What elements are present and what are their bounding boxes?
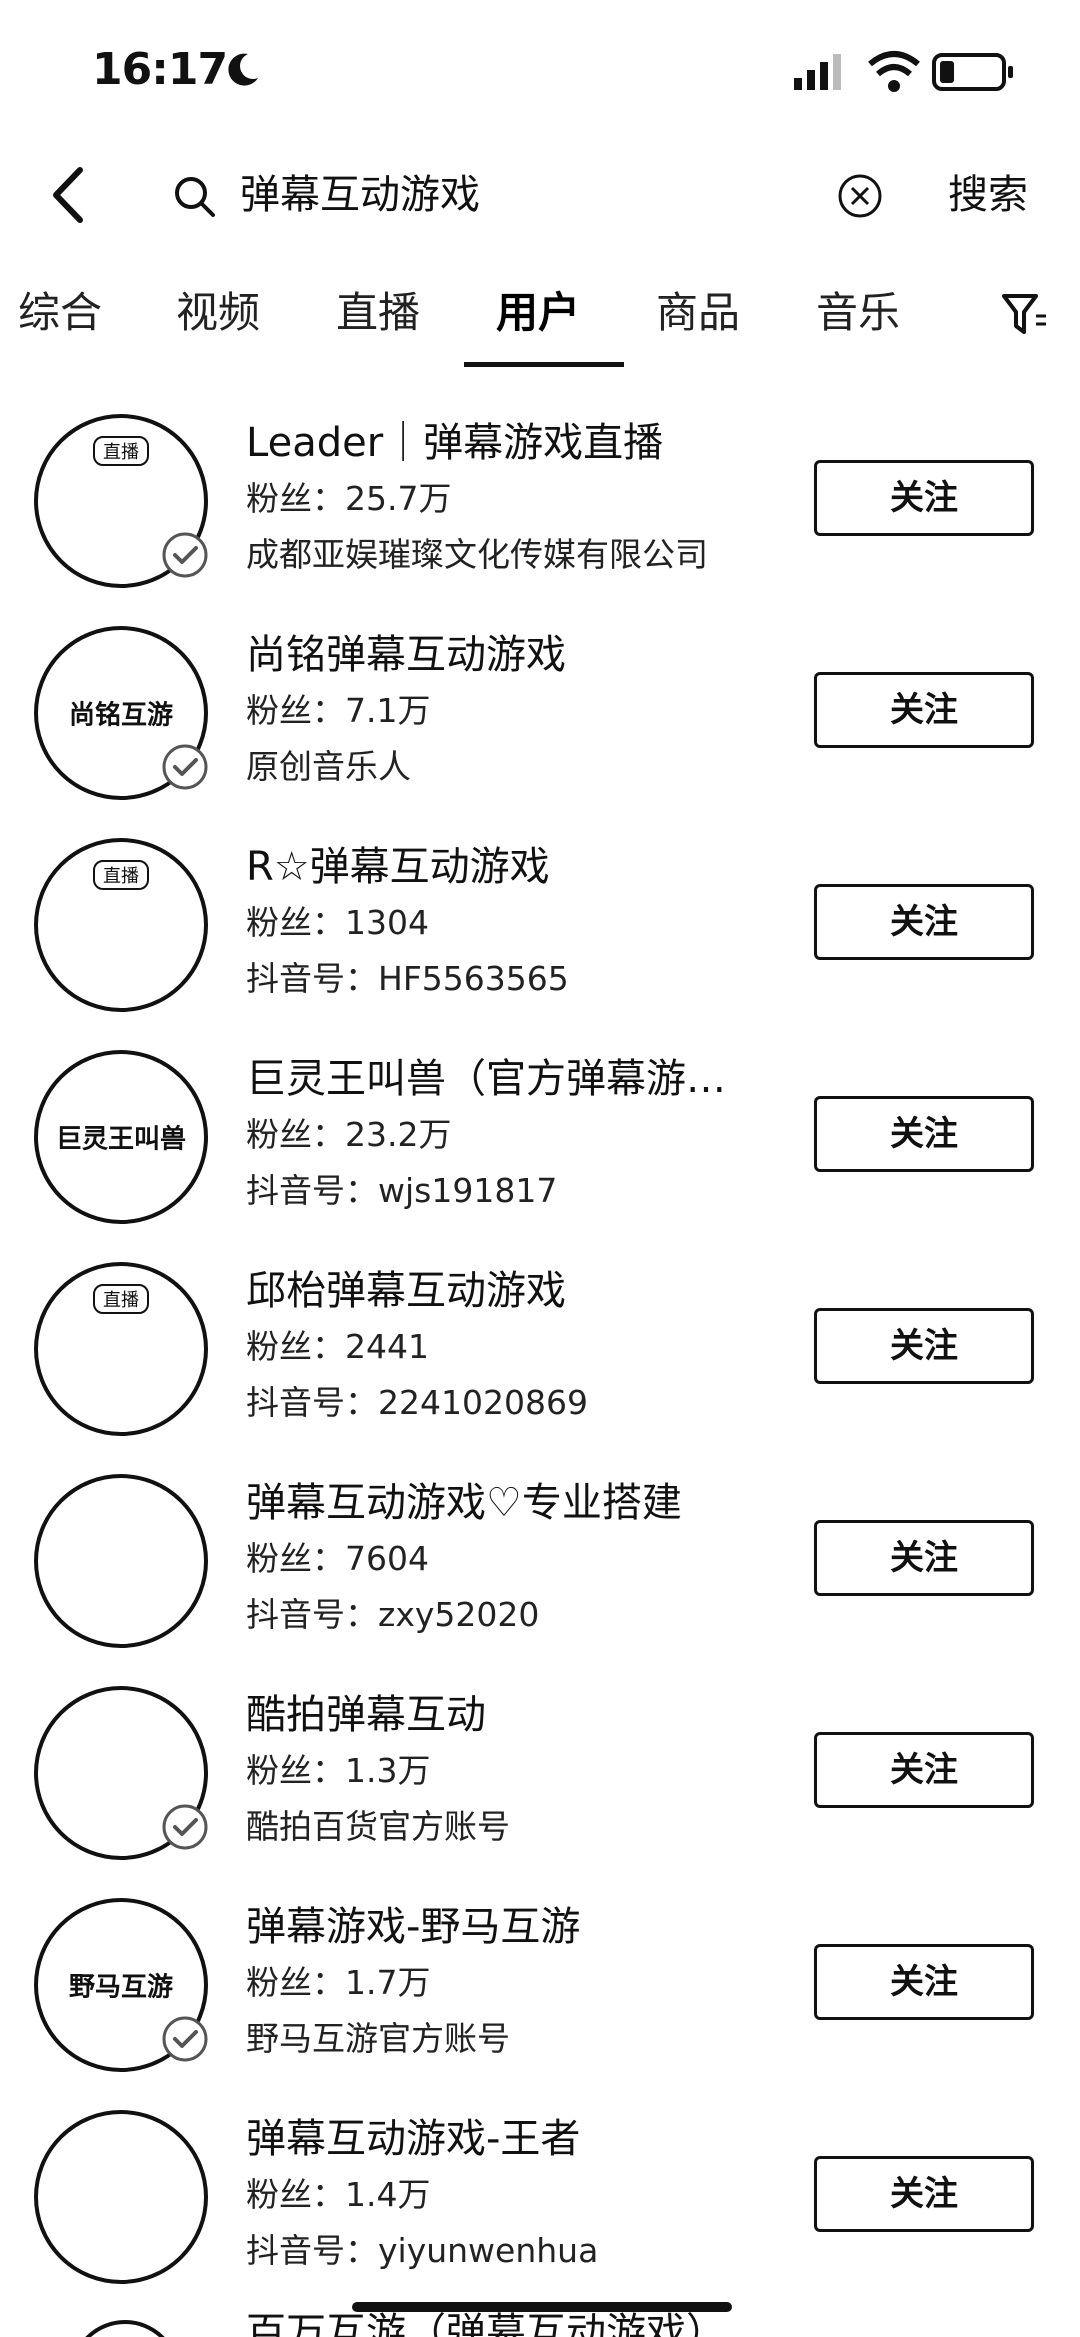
follower-count: 粉丝：1.7万 [246, 1963, 431, 2002]
search-bar: 弹幕互动游戏 搜索 [0, 150, 1080, 240]
user-name[interactable]: 尚铭弹幕互动游戏 [246, 628, 566, 682]
user-subtitle: 成都亚娱璀璨文化传媒有限公司 [246, 535, 708, 574]
user-name[interactable]: 巨灵王叫兽（官方弹幕游… [246, 1052, 726, 1106]
follower-count: 粉丝：1304 [246, 903, 429, 942]
follow-button[interactable]: 关注 [814, 1308, 1034, 1384]
follower-count: 粉丝：25.7万 [246, 479, 452, 518]
list-item[interactable]: 野马互游 弹幕游戏-野马互游粉丝：1.7万野马互游官方账号 关注 [0, 1884, 1080, 2096]
moon-icon [228, 53, 258, 86]
verified-check-icon [162, 2016, 208, 2062]
user-subtitle: 抖音号：zxy52020 [246, 1595, 540, 1634]
user-name[interactable]: 弹幕互动游戏♡专业搭建 [246, 1476, 682, 1530]
follower-count: 粉丝：2441 [246, 1327, 429, 1366]
search-input[interactable]: 弹幕互动游戏 [160, 150, 900, 240]
avatar-label: 野马互游 [68, 1972, 173, 2003]
user-name[interactable]: 邱枱弹幕互动游戏 [246, 1264, 566, 1318]
user-subtitle: 原创音乐人 [246, 747, 411, 786]
list-item[interactable]: 直播 邱枱弹幕互动游戏粉丝：2441 抖音号：2241020869 关注 [0, 1248, 1080, 1460]
user-subtitle: 酷拍百货官方账号 [246, 1807, 510, 1846]
live-badge: 直播 [93, 860, 149, 890]
verified-check-icon [162, 744, 208, 790]
list-item[interactable]: 直播 Leader｜弹幕游戏直播粉丝：25.7万成都亚娱璀璨文化传媒有限公司 关注 [0, 400, 1080, 612]
result-tabs: 综合 视频 直播 用户 商品 音乐 [0, 278, 1080, 378]
tab-video[interactable]: 视频 [176, 284, 260, 342]
search-button[interactable]: 搜索 [948, 168, 1028, 222]
cellular-signal-icon [794, 54, 841, 90]
filter-icon[interactable] [1000, 290, 1048, 340]
follower-count: 粉丝：7.1万 [246, 691, 431, 730]
tab-music[interactable]: 音乐 [816, 284, 900, 342]
follow-button[interactable]: 关注 [814, 1732, 1034, 1808]
follower-count: 粉丝：23.2万 [246, 1115, 452, 1154]
list-item[interactable]: 弹幕互动游戏-王者粉丝：1.4万抖音号：yiyunwenhua 关注 [0, 2096, 1080, 2308]
user-name[interactable]: Leader｜弹幕游戏直播 [246, 416, 663, 470]
avatar[interactable] [34, 2110, 208, 2284]
user-subtitle: 野马互游官方账号 [246, 2019, 510, 2058]
live-badge: 直播 [93, 436, 149, 466]
follow-button[interactable]: 关注 [814, 884, 1034, 960]
live-badge: 直播 [93, 1284, 149, 1314]
list-item[interactable]: 巨灵王叫兽 巨灵王叫兽（官方弹幕游… 粉丝：23.2万抖音号：wjs191817 关注 [0, 1036, 1080, 1248]
clear-icon[interactable] [836, 172, 884, 220]
user-subtitle: 抖音号：HF5563565 [246, 959, 569, 998]
avatar[interactable] [34, 1474, 208, 1648]
list-item[interactable]: 尚铭互游 尚铭弹幕互动游戏粉丝：7.1万 原创音乐人 关注 [0, 612, 1080, 824]
status-bar: 16:17 [0, 0, 1080, 140]
follow-button[interactable]: 关注 [814, 672, 1034, 748]
user-subtitle: 抖音号：yiyunwenhua [246, 2231, 599, 2270]
tab-all[interactable]: 综合 [18, 284, 102, 342]
follower-count: 粉丝：1.4万 [246, 2175, 431, 2214]
tab-products[interactable]: 商品 [656, 284, 740, 342]
avatar-label: 尚铭互游 [68, 700, 173, 731]
battery-icon [932, 53, 1013, 91]
user-subtitle: 抖音号：wjs191817 [246, 1171, 558, 1210]
follower-count: 粉丝：1.3万 [246, 1751, 431, 1790]
status-time: 16:17 [92, 44, 228, 95]
list-item[interactable]: 酷拍弹幕互动粉丝：1.3万酷拍百货官方账号 关注 [0, 1672, 1080, 1884]
user-name[interactable]: R☆弹幕互动游戏 [246, 840, 550, 894]
follower-count: 粉丝：7604 [246, 1539, 429, 1578]
active-tab-indicator [464, 362, 624, 367]
avatar[interactable]: 巨灵王叫兽 [34, 1050, 208, 1224]
tab-users[interactable]: 用户 [496, 284, 580, 342]
search-query: 弹幕互动游戏 [240, 172, 480, 218]
user-name[interactable]: 酷拍弹幕互动 [246, 1688, 486, 1742]
verified-check-icon [162, 1804, 208, 1850]
follow-button[interactable]: 关注 [814, 2156, 1034, 2232]
list-item[interactable]: 弹幕互动游戏♡专业搭建粉丝：7604 抖音号：zxy52020 关注 [0, 1460, 1080, 1672]
tab-live[interactable]: 直播 [336, 284, 420, 342]
follow-button[interactable]: 关注 [814, 1096, 1034, 1172]
avatar-label: 巨灵王叫兽 [55, 1124, 186, 1155]
search-icon [175, 177, 215, 217]
list-item[interactable]: 直播 R☆弹幕互动游戏粉丝：1304 抖音号：HF5563565 关注 [0, 824, 1080, 1036]
wifi-icon [868, 51, 920, 92]
avatar[interactable] [70, 2320, 180, 2337]
user-name[interactable]: 弹幕互动游戏-王者 [246, 2112, 580, 2166]
home-indicator [352, 2302, 732, 2312]
follow-button[interactable]: 关注 [814, 460, 1034, 536]
follow-button[interactable]: 关注 [814, 1520, 1034, 1596]
avatar[interactable]: 直播 [34, 1262, 208, 1436]
back-arrow-icon[interactable] [44, 164, 94, 226]
user-name[interactable]: 弹幕游戏-野马互游 [246, 1900, 580, 1954]
verified-check-icon [162, 532, 208, 578]
avatar[interactable]: 直播 [34, 838, 208, 1012]
follow-button[interactable]: 关注 [814, 1944, 1034, 2020]
user-subtitle: 抖音号：2241020869 [246, 1383, 588, 1422]
